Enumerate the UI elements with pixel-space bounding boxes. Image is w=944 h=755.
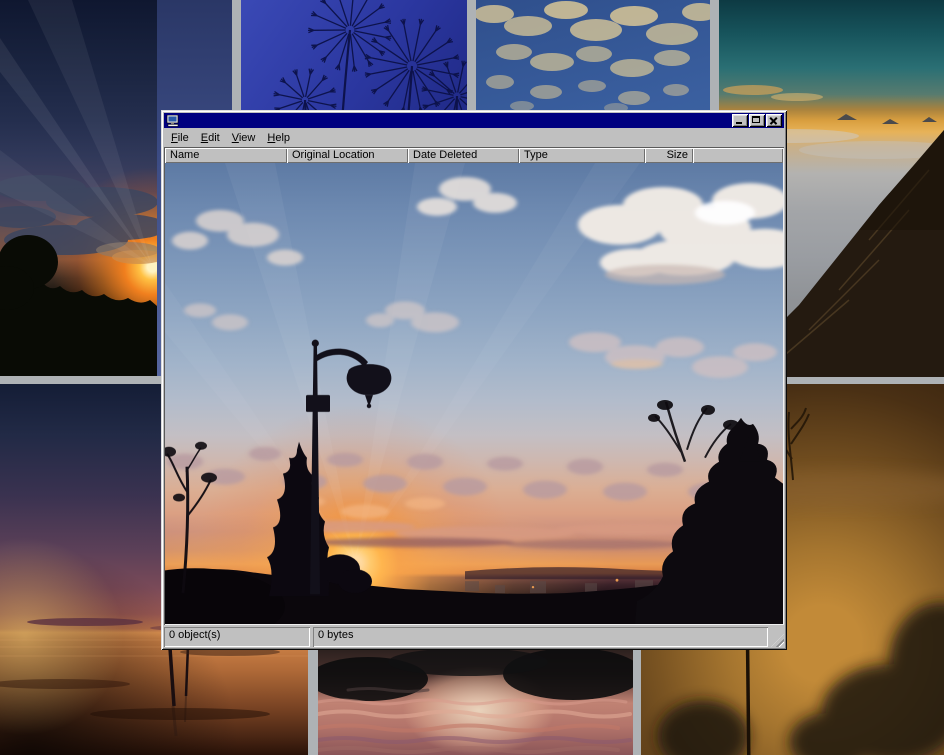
list-view: Name Original Location Date Deleted Type… (164, 147, 784, 625)
status-object-count: 0 object(s) (164, 627, 310, 647)
menu-bar: File Edit View Help (164, 129, 784, 147)
menu-view[interactable]: View (226, 130, 262, 146)
wallpaper-tile-sunburst (0, 0, 157, 376)
column-header-name[interactable]: Name (165, 148, 287, 163)
recycle-bin-window: File Edit View Help Name Original Locati… (161, 110, 787, 650)
minimize-button[interactable] (732, 114, 748, 127)
menu-edit[interactable]: Edit (195, 130, 226, 146)
menu-file[interactable]: File (165, 130, 195, 146)
maximize-button[interactable] (749, 114, 765, 127)
resize-grip[interactable] (771, 634, 784, 647)
column-header-size[interactable]: Size (645, 148, 693, 163)
column-header-date-deleted[interactable]: Date Deleted (408, 148, 519, 163)
column-header-original-location[interactable]: Original Location (287, 148, 408, 163)
menu-help[interactable]: Help (261, 130, 296, 146)
computer-icon[interactable] (166, 115, 180, 127)
sunburst-silhouette-art (0, 0, 157, 376)
status-byte-count: 0 bytes (313, 627, 768, 647)
desktop: File Edit View Help Name Original Locati… (0, 0, 944, 755)
column-header-type[interactable]: Type (519, 148, 645, 163)
close-button[interactable] (766, 114, 782, 127)
window-titlebar[interactable] (164, 113, 784, 128)
column-header-blank[interactable] (693, 148, 783, 163)
sunset-photo-art (165, 163, 783, 624)
status-bar: 0 object(s) 0 bytes (164, 627, 784, 647)
column-header-row: Name Original Location Date Deleted Type… (165, 148, 783, 163)
folder-view-sunset-photo[interactable] (165, 163, 783, 624)
